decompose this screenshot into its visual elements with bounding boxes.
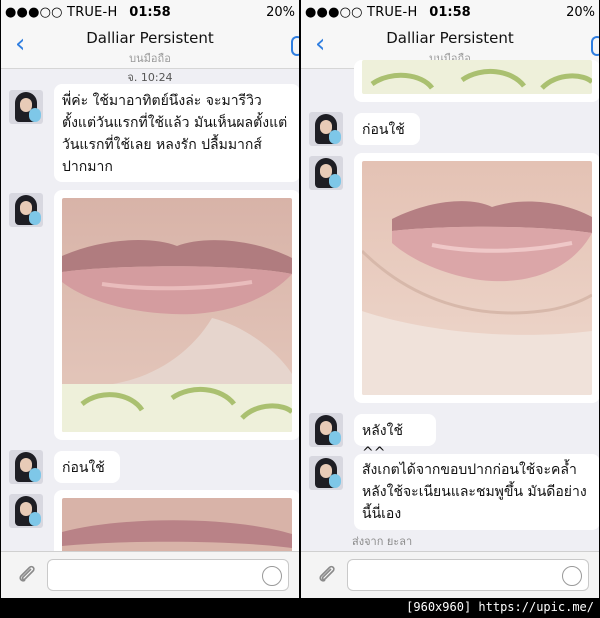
battery-level: 20% (566, 5, 595, 20)
message-input[interactable] (347, 559, 589, 591)
message-input-bar (1, 551, 299, 598)
message-input[interactable] (47, 559, 289, 591)
chat-screen-left: ●●●○○ TRUE-H 01:58 20% ‹ Dalliar Persist… (1, 0, 299, 598)
location-label: ส่งจาก ยะลา (352, 535, 413, 548)
contact-name[interactable]: Dalliar Persistent (301, 29, 599, 47)
message-text: ก่อนใช้ (362, 122, 405, 138)
message-text: สังเกตได้จากขอบปากก่อนใช้จะคล้ำ หลังใช้จ… (362, 462, 587, 522)
phone-icon[interactable] (291, 36, 299, 56)
avatar[interactable] (9, 494, 43, 528)
phone-icon[interactable] (591, 36, 599, 56)
avatar[interactable] (309, 112, 343, 146)
message-bubble[interactable]: ก่อนใช้ (54, 451, 120, 483)
message-text: ก่อนใช้ (62, 460, 105, 476)
avatar[interactable] (9, 90, 43, 124)
status-bar: ●●●○○ TRUE-H 01:58 20% (301, 0, 599, 24)
avatar[interactable] (9, 193, 43, 227)
paperclip-icon[interactable] (315, 563, 339, 587)
avatar[interactable] (309, 413, 343, 447)
clock: 01:58 (129, 5, 171, 20)
message-bubble[interactable]: พี่ค่ะ ใช้มาอาทิตย์นึงล่ะ จะมารีวิวตั้งแ… (54, 84, 299, 182)
message-text: พี่ค่ะ ใช้มาอาทิตย์นึงล่ะ จะมารีวิวตั้งแ… (62, 93, 288, 175)
watermark-text: [960x960] https://upic.me/ (406, 600, 594, 614)
clock: 01:58 (429, 5, 471, 20)
battery-level: 20% (266, 5, 295, 20)
image-message[interactable] (354, 153, 599, 403)
lips-photo[interactable] (362, 60, 592, 94)
lips-photo[interactable] (362, 161, 592, 395)
contact-name[interactable]: Dalliar Persistent (1, 29, 299, 47)
image-message[interactable] (354, 60, 599, 102)
smiley-icon[interactable] (262, 566, 282, 586)
message-bubble[interactable]: หลังใช้ ^^ (354, 414, 436, 461)
paperclip-icon[interactable] (15, 563, 39, 587)
lips-photo[interactable] (62, 198, 292, 432)
avatar[interactable] (309, 456, 343, 490)
avatar[interactable] (309, 156, 343, 190)
status-bar: ●●●○○ TRUE-H 01:58 20% (1, 0, 299, 24)
image-message[interactable] (54, 190, 299, 440)
chat-screen-right: ●●●○○ TRUE-H 01:58 20% ‹ Dalliar Persist… (301, 0, 599, 598)
watermark-bar: [960x960] https://upic.me/ (0, 598, 600, 618)
contact-status: บนมือถือ (129, 52, 171, 65)
smiley-icon[interactable] (562, 566, 582, 586)
message-bubble[interactable]: สังเกตได้จากขอบปากก่อนใช้จะคล้ำ หลังใช้จ… (354, 454, 599, 530)
avatar[interactable] (9, 450, 43, 484)
nav-bar: ‹ Dalliar Persistent บนมือถือ (1, 24, 299, 69)
message-bubble[interactable]: ก่อนใช้ (354, 113, 420, 145)
message-input-bar (301, 551, 599, 598)
